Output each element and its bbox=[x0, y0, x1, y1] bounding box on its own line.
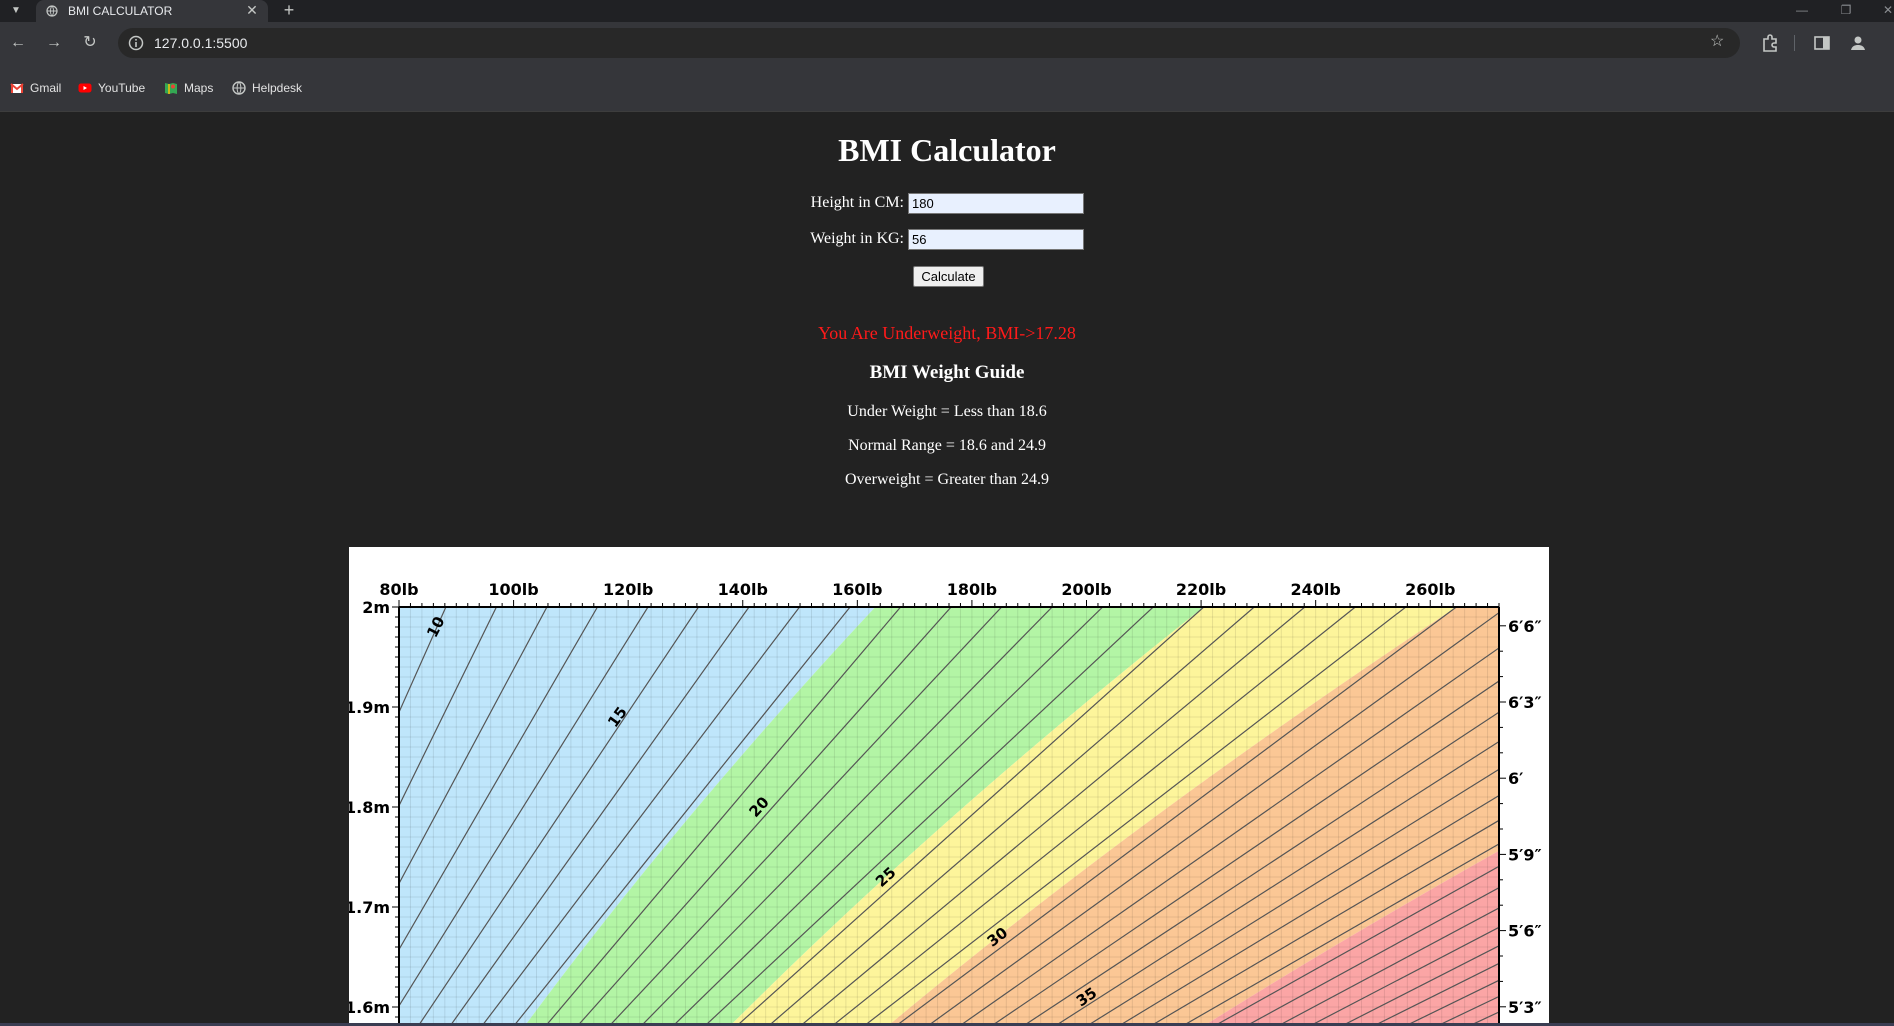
back-button[interactable]: ← bbox=[8, 33, 28, 53]
right-axis-tick-label: 5′3″ bbox=[1508, 998, 1542, 1017]
forward-button[interactable]: → bbox=[44, 33, 64, 53]
browser-toolbar: ← → ↻ 127.0.0.1:5500 ☆ bbox=[0, 22, 1894, 64]
tab-close-icon[interactable]: ✕ bbox=[244, 2, 260, 18]
top-axis-tick-label: 220lb bbox=[1176, 580, 1226, 599]
bookmark-label: YouTube bbox=[98, 81, 146, 95]
right-axis-tick-label: 5′6″ bbox=[1508, 922, 1542, 941]
bmi-result: You Are Underweight, BMI->17.28 bbox=[818, 323, 1076, 343]
profile-icon[interactable] bbox=[1848, 33, 1868, 53]
right-axis-tick-label: 6′3″ bbox=[1508, 693, 1542, 712]
right-axis-tick-label: 5′9″ bbox=[1508, 845, 1542, 864]
globe-icon bbox=[232, 81, 246, 95]
top-axis-tick-label: 160lb bbox=[832, 580, 882, 599]
extensions-icon[interactable] bbox=[1760, 33, 1780, 53]
top-axis-tick-label: 260lb bbox=[1405, 580, 1455, 599]
weight-input[interactable] bbox=[908, 228, 1084, 250]
new-tab-button[interactable]: + bbox=[280, 1, 298, 19]
top-axis-tick-label: 80lb bbox=[379, 580, 418, 599]
bookmark-helpdesk[interactable]: Helpdesk bbox=[232, 80, 302, 96]
guide-title: BMI Weight Guide bbox=[869, 362, 1025, 383]
youtube-icon bbox=[78, 83, 92, 93]
minimize-button[interactable]: — bbox=[1792, 2, 1812, 18]
top-axis-tick-label: 240lb bbox=[1290, 580, 1340, 599]
tab-search-button[interactable]: ▼ bbox=[8, 3, 24, 19]
guide-overweight: Overweight = Greater than 24.9 bbox=[844, 471, 1050, 488]
maps-icon bbox=[165, 83, 177, 94]
reload-button[interactable]: ↻ bbox=[80, 33, 100, 53]
bookmark-label: Helpdesk bbox=[252, 81, 303, 95]
bookmark-maps[interactable]: Maps bbox=[164, 80, 213, 96]
right-axis-tick-label: 6′6″ bbox=[1508, 617, 1542, 636]
left-axis-tick-label: 1.8m bbox=[349, 798, 390, 817]
left-axis-tick-label: 2m bbox=[362, 598, 390, 617]
bookmark-label: Maps bbox=[184, 81, 214, 95]
tab-title: BMI CALCULATOR bbox=[68, 4, 173, 18]
height-row: Height in CM: bbox=[810, 191, 1100, 215]
top-axis-tick-label: 120lb bbox=[603, 580, 653, 599]
top-axis-tick-label: 180lb bbox=[947, 580, 997, 599]
gmail-icon bbox=[10, 83, 24, 93]
guide-underweight: Under Weight = Less than 18.6 bbox=[847, 403, 1047, 420]
side-panel-icon[interactable] bbox=[1812, 33, 1832, 53]
left-axis-tick-label: 1.7m bbox=[349, 898, 390, 917]
height-input[interactable] bbox=[908, 192, 1084, 214]
bookmark-gmail[interactable]: Gmail bbox=[10, 80, 61, 96]
left-axis-tick-label: 1.9m bbox=[349, 698, 390, 717]
page-title: BMI Calculator bbox=[838, 132, 1056, 168]
weight-label: Weight in KG: bbox=[810, 230, 904, 247]
site-info-icon[interactable] bbox=[128, 35, 144, 51]
address-bar[interactable]: 127.0.0.1:5500 ☆ bbox=[118, 28, 1740, 58]
bmi-chart: 80lb 100lb 120lb 140lb 160lb 180lb 200lb 220lb 2… bbox=[349, 547, 1549, 1026]
top-axis-tick-label: 200lb bbox=[1061, 580, 1111, 599]
top-axis-tick-label: 100lb bbox=[488, 580, 538, 599]
tab-strip: ▼ BMI CALCULATOR ✕ + — ❐ ✕ bbox=[0, 0, 1894, 22]
restore-button[interactable]: ❐ bbox=[1836, 2, 1856, 18]
bmi-line bbox=[1508, 607, 1549, 1026]
toolbar-divider bbox=[1794, 35, 1795, 51]
url-text: 127.0.0.1:5500 bbox=[154, 35, 248, 51]
bookmarks-bar: Gmail YouTube Maps Helpdesk bbox=[0, 64, 1894, 112]
bookmark-label: Gmail bbox=[30, 81, 62, 95]
page-content: BMI Calculator Height in CM: Weight in K… bbox=[0, 112, 1894, 1026]
globe-icon bbox=[46, 5, 58, 17]
guide-normal: Normal Range = 18.6 and 24.9 bbox=[848, 437, 1046, 454]
height-label: Height in CM: bbox=[810, 194, 904, 211]
active-tab[interactable]: BMI CALCULATOR ✕ bbox=[36, 0, 268, 22]
weight-row: Weight in KG: bbox=[810, 227, 1100, 251]
bookmark-star-icon[interactable]: ☆ bbox=[1710, 33, 1728, 51]
bookmark-youtube[interactable]: YouTube bbox=[78, 80, 145, 96]
top-axis-tick-label: 140lb bbox=[718, 580, 768, 599]
right-axis-tick-label: 6′ bbox=[1508, 769, 1523, 788]
close-window-button[interactable]: ✕ bbox=[1878, 2, 1894, 18]
bmi-line bbox=[1537, 607, 1549, 1026]
left-axis-tick-label: 1.6m bbox=[349, 998, 390, 1017]
calculate-button[interactable]: Calculate bbox=[913, 266, 984, 287]
bmi-chart-svg: 80lb 100lb 120lb 140lb 160lb 180lb 200lb 220lb 2… bbox=[349, 580, 1549, 1026]
